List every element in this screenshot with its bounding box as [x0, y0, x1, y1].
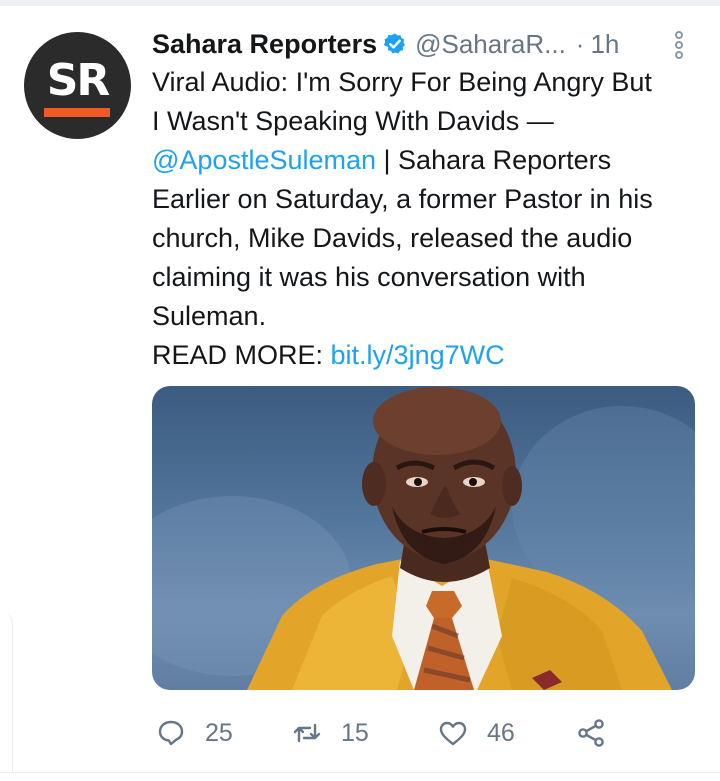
top-divider [0, 0, 720, 6]
share-button[interactable] [575, 712, 607, 754]
tweet-text-line: Earlier on Saturday, a former Pastor in … [152, 184, 653, 214]
retweet-count: 15 [341, 718, 369, 747]
share-icon [578, 719, 604, 747]
tweet-text-line: I Wasn't Speaking With Davids — [152, 106, 554, 136]
separator-dot: · [575, 28, 585, 59]
tweet-text-line: @ApostleSuleman | Sahara Reporters [152, 141, 712, 180]
avatar-accent-bar [44, 108, 110, 117]
read-more-label: READ MORE: [152, 340, 331, 370]
verified-badge-icon [383, 33, 406, 54]
author-handle[interactable]: @SaharaR... [415, 29, 566, 60]
like-icon [439, 721, 467, 746]
url-link[interactable]: bit.ly/3jng7WC [331, 340, 505, 370]
reply-count: 25 [205, 718, 233, 747]
reply-icon [158, 720, 184, 746]
like-count: 46 [487, 718, 515, 747]
tweet-text-line: Suleman. [152, 301, 267, 331]
retweet-icon [293, 723, 321, 743]
like-button[interactable]: 46 [437, 712, 515, 754]
tweet-text-line: Viral Audio: I'm Sorry For Being Angry B… [152, 67, 652, 97]
tweet-text-line: READ MORE: bit.ly/3jng7WC [152, 336, 712, 375]
avatar-monogram: SR [46, 55, 111, 106]
reply-button[interactable]: 25 [155, 712, 233, 754]
tweet-actions: 25 15 46 [155, 712, 675, 754]
more-options-icon[interactable] [668, 30, 690, 60]
tweet-text-fragment: | Sahara Reporters [376, 145, 612, 175]
tweet-text-line: church, Mike Davids, released the audio [152, 223, 633, 253]
tweet-card[interactable]: SR Sahara Reporters @SaharaR... · 1h Vir… [0, 0, 720, 781]
timestamp[interactable]: 1h [590, 29, 619, 60]
retweet-button[interactable]: 15 [291, 712, 369, 754]
avatar[interactable]: SR [24, 32, 131, 139]
tweet-text: Viral Audio: I'm Sorry For Being Angry B… [152, 63, 712, 375]
tweet-media-image[interactable] [152, 386, 695, 690]
portrait-photo [152, 387, 695, 690]
mention-link[interactable]: @ApostleSuleman [152, 145, 376, 175]
bottom-divider [0, 772, 720, 773]
author-name[interactable]: Sahara Reporters [152, 29, 377, 60]
left-edge-card [0, 612, 13, 772]
tweet-text-line: claiming it was his conversation with [152, 262, 586, 292]
tweet-header: Sahara Reporters @SaharaR... · 1h [152, 27, 619, 61]
